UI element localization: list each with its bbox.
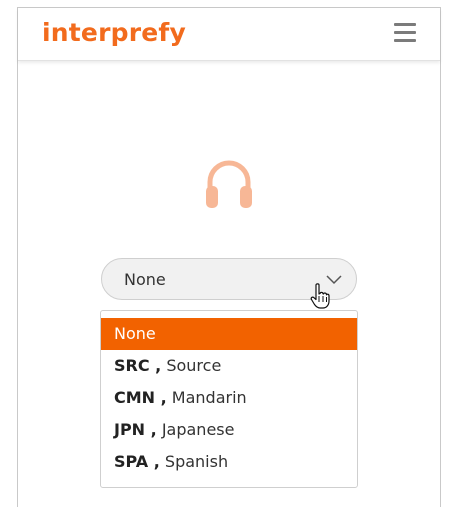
- option-src[interactable]: SRC , Source: [101, 350, 357, 382]
- option-none[interactable]: None: [101, 318, 357, 350]
- headphones-icon: [206, 160, 252, 208]
- language-dropdown-list: None SRC , Source CMN , Mandarin JPN , J…: [100, 310, 358, 488]
- app-header: interprefy: [18, 8, 440, 61]
- option-name: Mandarin: [171, 388, 247, 407]
- interprefy-logo: interprefy: [42, 18, 186, 47]
- language-select-value: None: [124, 270, 166, 289]
- option-jpn[interactable]: JPN , Japanese: [101, 414, 357, 446]
- hamburger-menu-icon[interactable]: [394, 23, 416, 43]
- app-frame: interprefy None None SRC , Source CMN , …: [17, 7, 441, 507]
- option-spa[interactable]: SPA , Spanish: [101, 446, 357, 478]
- option-name: None: [114, 324, 156, 343]
- option-name: Japanese: [161, 420, 235, 439]
- option-cmn[interactable]: CMN , Mandarin: [101, 382, 357, 414]
- option-code: CMN ,: [114, 388, 167, 407]
- option-name: Spanish: [164, 452, 229, 471]
- option-code: JPN ,: [114, 420, 157, 439]
- option-code: SPA ,: [114, 452, 160, 471]
- hand-cursor-icon: [310, 283, 330, 309]
- option-name: Source: [166, 356, 222, 375]
- option-code: SRC ,: [114, 356, 162, 375]
